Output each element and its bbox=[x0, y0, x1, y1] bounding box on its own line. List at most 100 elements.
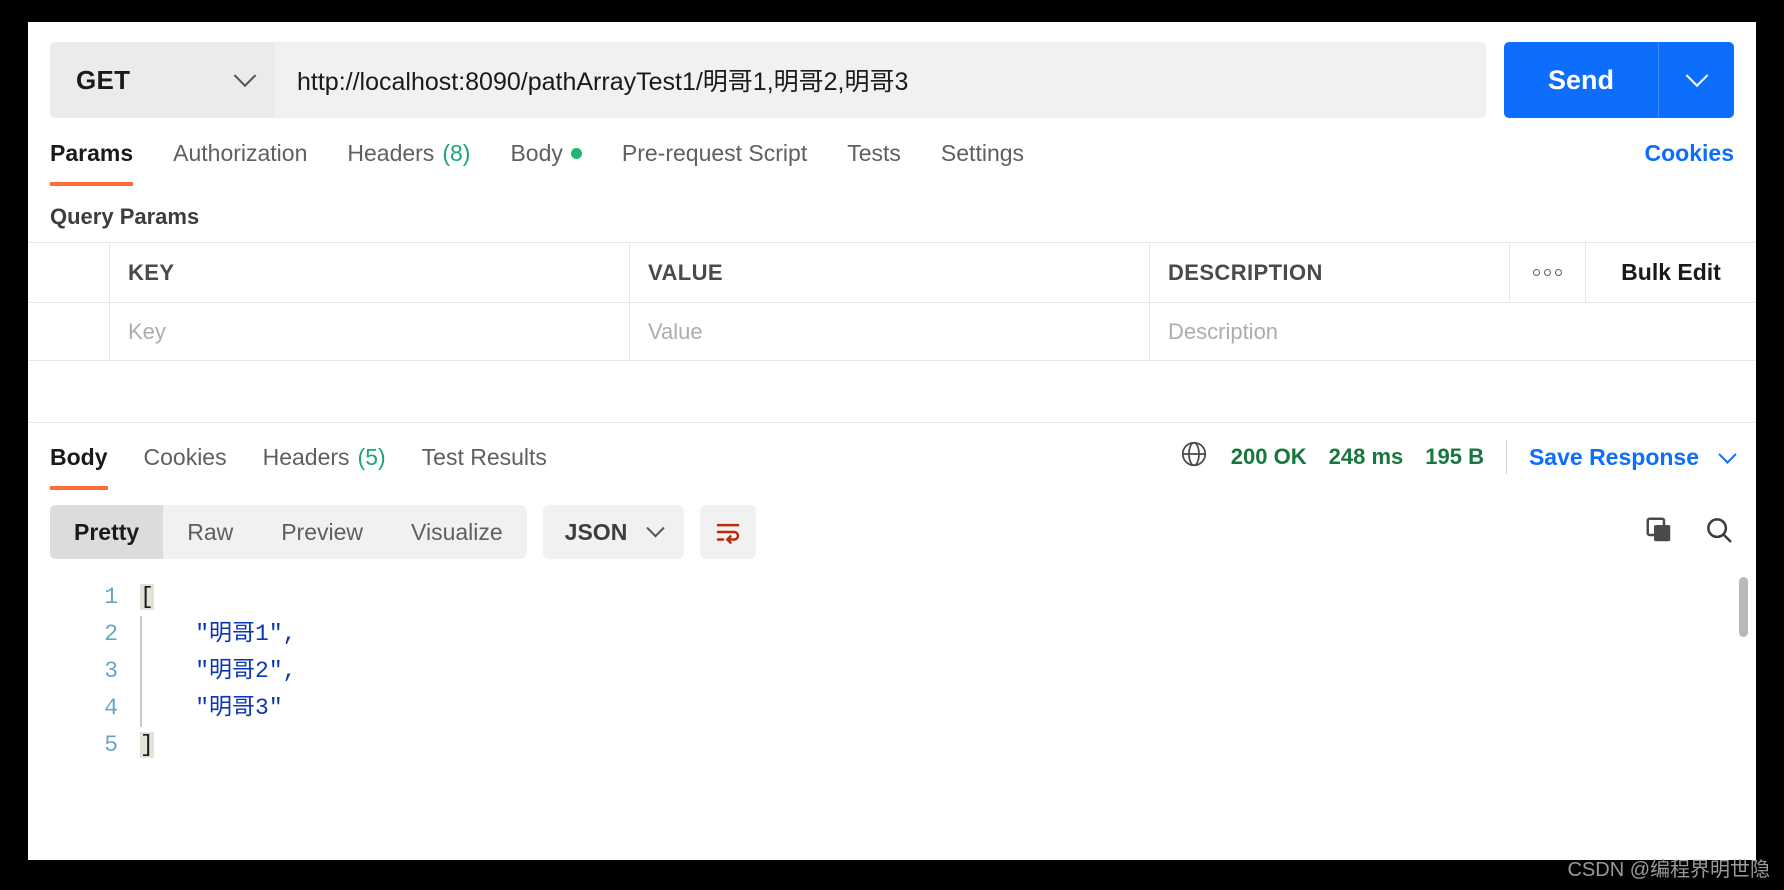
response-tab-test-results[interactable]: Test Results bbox=[422, 424, 547, 490]
body-present-dot-icon bbox=[570, 147, 582, 159]
save-response-button[interactable]: Save Response bbox=[1529, 444, 1699, 471]
send-button-label: Send bbox=[1547, 64, 1614, 95]
line-number: 5 bbox=[104, 732, 118, 758]
code-line: ] bbox=[140, 727, 1756, 764]
column-header-description: DESCRIPTION bbox=[1150, 243, 1510, 302]
query-params-title: Query Params bbox=[50, 204, 200, 229]
url-input[interactable]: http://localhost:8090/pathArrayTest1/明哥1… bbox=[275, 42, 1486, 118]
tab-tests[interactable]: Tests bbox=[847, 120, 901, 186]
response-format-selector[interactable]: JSON bbox=[542, 505, 685, 559]
tab-label: Headers bbox=[262, 443, 350, 470]
segment-label: Visualize bbox=[411, 518, 503, 545]
request-url-bar: GET http://localhost:8090/pathArrayTest1… bbox=[28, 22, 1756, 120]
code-text: "明哥2", bbox=[195, 658, 297, 684]
tab-label: Tests bbox=[847, 139, 901, 166]
response-viewer-toolbar: Pretty Raw Preview Visualize JSON bbox=[28, 491, 1756, 569]
response-tab-cookies[interactable]: Cookies bbox=[144, 424, 227, 490]
tab-pre-request-script[interactable]: Pre-request Script bbox=[622, 120, 807, 186]
tab-badge-count: (5) bbox=[357, 443, 386, 470]
view-mode-visualize[interactable]: Visualize bbox=[387, 505, 527, 559]
segment-label: Pretty bbox=[74, 518, 140, 545]
cookies-link[interactable]: Cookies bbox=[1645, 140, 1734, 167]
view-mode-segmented-control: Pretty Raw Preview Visualize bbox=[50, 505, 527, 559]
line-number: 1 bbox=[104, 584, 118, 610]
tab-label: Body bbox=[510, 139, 563, 166]
json-code-content: [ "明哥1", "明哥2", "明哥3" ] bbox=[140, 579, 1756, 769]
divider bbox=[1505, 440, 1507, 474]
value-input[interactable]: Value bbox=[630, 303, 1150, 360]
chevron-down-icon bbox=[233, 64, 257, 88]
column-options-button[interactable] bbox=[1510, 243, 1586, 302]
code-text: [ bbox=[140, 584, 154, 610]
line-number-gutter: 1 2 3 4 5 bbox=[28, 579, 140, 769]
send-button-group: Send bbox=[1503, 42, 1734, 118]
wrap-lines-icon bbox=[717, 523, 740, 544]
response-body-viewer[interactable]: 1 2 3 4 5 [ "明哥1", "明哥2", "明哥3" ] bbox=[28, 569, 1756, 769]
query-params-table: KEY VALUE DESCRIPTION Bulk Edit Key Valu… bbox=[28, 242, 1756, 423]
wrap-lines-button[interactable] bbox=[700, 505, 757, 559]
table-header-row: KEY VALUE DESCRIPTION Bulk Edit bbox=[28, 243, 1756, 303]
search-icon bbox=[1707, 517, 1732, 542]
viewer-actions bbox=[1644, 515, 1734, 550]
http-method-label: GET bbox=[76, 64, 131, 95]
tab-headers[interactable]: Headers (8) bbox=[347, 120, 470, 186]
tab-badge-count: (8) bbox=[442, 139, 471, 166]
segment-label: Preview bbox=[281, 518, 364, 545]
watermark: CSDN @编程界明世隐 bbox=[1567, 859, 1770, 881]
response-status-bar: 200 OK 248 ms 195 B Save Response bbox=[1179, 439, 1737, 475]
code-line: "明哥3" bbox=[140, 690, 1756, 727]
send-options-button[interactable] bbox=[1658, 42, 1734, 118]
description-input[interactable]: Description bbox=[1150, 303, 1756, 360]
chevron-down-icon bbox=[1685, 64, 1708, 88]
table-empty-area bbox=[28, 361, 1756, 423]
vertical-scrollbar[interactable] bbox=[1739, 577, 1748, 757]
view-mode-raw[interactable]: Raw bbox=[163, 505, 257, 559]
chevron-down-icon bbox=[646, 518, 666, 537]
bulk-edit-label: Bulk Edit bbox=[1621, 259, 1721, 285]
scrollbar-thumb[interactable] bbox=[1739, 577, 1748, 637]
tab-label: Headers bbox=[347, 139, 435, 166]
column-header-key: KEY bbox=[110, 243, 630, 302]
tab-authorization[interactable]: Authorization bbox=[173, 120, 307, 186]
tab-settings[interactable]: Settings bbox=[941, 120, 1024, 186]
response-tab-body[interactable]: Body bbox=[50, 424, 108, 490]
request-tabs: Params Authorization Headers (8) Body Pr… bbox=[28, 120, 1756, 186]
column-header-value: VALUE bbox=[630, 243, 1150, 302]
postman-window: GET http://localhost:8090/pathArrayTest1… bbox=[28, 22, 1756, 860]
url-text: http://localhost:8090/pathArrayTest1/明哥1… bbox=[297, 68, 909, 96]
code-line: [ bbox=[140, 579, 1756, 616]
globe-icon bbox=[1179, 439, 1209, 475]
tab-label: Body bbox=[50, 443, 108, 470]
ellipsis-icon bbox=[1533, 269, 1562, 276]
tab-label: Authorization bbox=[173, 139, 308, 166]
code-line: "明哥2", bbox=[140, 653, 1756, 690]
line-number: 2 bbox=[104, 621, 118, 647]
format-label: JSON bbox=[564, 518, 628, 545]
copy-icon bbox=[1646, 517, 1671, 541]
search-button[interactable] bbox=[1704, 515, 1734, 550]
status-code: 200 OK bbox=[1230, 444, 1307, 469]
line-number: 3 bbox=[104, 658, 118, 684]
bulk-edit-button[interactable]: Bulk Edit bbox=[1586, 243, 1756, 302]
tab-label: Test Results bbox=[421, 443, 547, 470]
code-fold-guide bbox=[140, 616, 142, 727]
tab-params[interactable]: Params bbox=[50, 120, 134, 186]
view-mode-pretty[interactable]: Pretty bbox=[50, 505, 164, 559]
http-method-selector[interactable]: GET bbox=[50, 42, 275, 118]
response-size: 195 B bbox=[1425, 444, 1484, 469]
send-button[interactable]: Send bbox=[1503, 42, 1658, 118]
copy-button[interactable] bbox=[1644, 515, 1674, 550]
table-row: Key Value Description bbox=[28, 303, 1756, 361]
select-all-cell bbox=[28, 243, 110, 302]
chevron-down-icon[interactable] bbox=[1718, 444, 1737, 464]
response-tabs: Body Cookies Headers (5) Test Results 20… bbox=[28, 423, 1756, 491]
key-input[interactable]: Key bbox=[110, 303, 630, 360]
segment-label: Raw bbox=[187, 518, 234, 545]
view-mode-preview[interactable]: Preview bbox=[257, 505, 387, 559]
response-tab-headers[interactable]: Headers (5) bbox=[263, 424, 386, 490]
code-text: "明哥3" bbox=[195, 695, 283, 721]
tab-body[interactable]: Body bbox=[510, 120, 582, 186]
tab-label: Pre-request Script bbox=[621, 139, 808, 166]
tab-label: Cookies bbox=[143, 443, 227, 470]
row-checkbox-cell[interactable] bbox=[28, 303, 110, 360]
